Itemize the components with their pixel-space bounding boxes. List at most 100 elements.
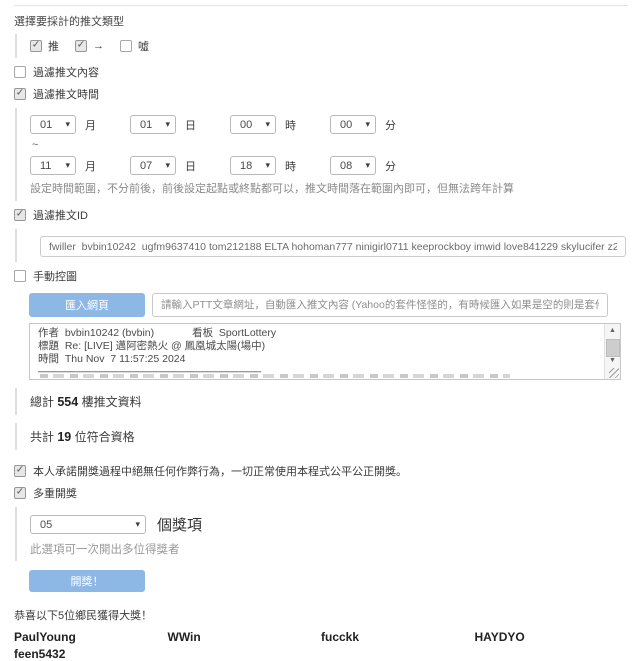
qualified-prefix: 共計 xyxy=(30,430,55,444)
lottery-tool-page: 選擇要採計的推文類型 ✓ 推 ✓ → 噓 過濾推文內容 ✓ 過濾推文時間 01 … xyxy=(0,0,640,661)
check-icon: ✓ xyxy=(15,87,25,99)
check-icon: ✓ xyxy=(15,464,25,476)
chevron-down-icon: ▾ xyxy=(135,519,140,529)
minute-unit-label: 分 xyxy=(385,119,396,132)
push-type-options: ✓ 推 ✓ → 噓 xyxy=(30,38,628,54)
push-type-option-push[interactable]: ✓ 推 xyxy=(30,38,59,54)
to-month-select[interactable]: 11 ▾ xyxy=(30,156,76,175)
prize-count-row: 05 ▾ 個獎項 xyxy=(30,514,628,535)
chevron-down-icon: ▾ xyxy=(165,160,170,170)
scroll-down-icon[interactable]: ▼ xyxy=(605,354,620,367)
from-month-select[interactable]: 01 ▾ xyxy=(30,115,76,134)
filter-time-checkbox[interactable]: ✓ xyxy=(14,88,26,100)
prize-count-value: 05 xyxy=(40,518,53,531)
check-icon: ✓ xyxy=(15,486,25,498)
to-day-select[interactable]: 07 ▾ xyxy=(130,156,176,175)
ptt-url-input[interactable] xyxy=(152,293,608,317)
multi-draw-label: 多重開獎 xyxy=(33,488,77,500)
pledge-checkbox[interactable]: ✓ xyxy=(14,465,26,477)
total-value: 554 xyxy=(57,395,79,409)
prize-count-group: 05 ▾ 個獎項 此選項可一次開出多位得獎者 xyxy=(15,507,628,561)
qualified-line: 共計 19 位符合資格 xyxy=(30,428,628,445)
total-prefix: 總計 xyxy=(30,395,55,409)
filter-id-checkbox[interactable]: ✓ xyxy=(14,209,26,221)
chevron-down-icon: ▾ xyxy=(165,119,170,129)
article-text: 作者 bvbin10242 (bvbin) 看板 SportLottery 標題… xyxy=(38,327,277,378)
draw-button[interactable]: 開獎！ xyxy=(29,570,145,592)
winner-name: HAYDYO xyxy=(474,630,525,644)
day-unit-label: 日 xyxy=(185,119,196,132)
from-day-select[interactable]: 01 ▾ xyxy=(130,115,176,134)
to-hour-value: 18 xyxy=(240,159,253,172)
chevron-down-icon: ▾ xyxy=(365,160,370,170)
id-filter-group xyxy=(15,229,628,262)
chevron-down-icon: ▾ xyxy=(365,119,370,129)
winners-grid: PaulYoung WWin fucckk HAYDYO feen5432 xyxy=(14,630,628,661)
arrow-checkbox[interactable]: ✓ xyxy=(75,40,87,52)
time-from-row: 01 ▾ 月 01 ▾ 日 00 ▾ 時 00 ▾ 分 xyxy=(30,115,628,134)
from-minute-select[interactable]: 00 ▾ xyxy=(330,115,376,134)
push-type-option-arrow[interactable]: ✓ → xyxy=(75,40,104,52)
total-suffix: 樓推文資料 xyxy=(81,395,142,409)
qualified-group: 共計 19 位符合資格 xyxy=(15,423,628,450)
chevron-down-icon: ▾ xyxy=(65,160,70,170)
to-minute-select[interactable]: 08 ▾ xyxy=(330,156,376,175)
stats-section: 總計 554 樓推文資料 共計 19 位符合資格 xyxy=(14,388,628,450)
filter-content-checkbox[interactable] xyxy=(14,66,26,78)
push-type-group: ✓ 推 ✓ → 噓 xyxy=(15,34,628,58)
push-type-title: 選擇要採計的推文類型 xyxy=(14,16,124,28)
from-hour-select[interactable]: 00 ▾ xyxy=(230,115,276,134)
from-hour-value: 00 xyxy=(240,118,253,131)
winner-name: feen5432 xyxy=(14,647,66,661)
qualified-value: 19 xyxy=(57,430,72,444)
qualified-suffix: 位符合資格 xyxy=(74,430,135,444)
to-minute-value: 08 xyxy=(340,159,353,172)
time-range-group: 01 ▾ 月 01 ▾ 日 00 ▾ 時 00 ▾ 分 ~ 11 ▾ 月 07 ▾ xyxy=(15,108,628,201)
month-unit-label: 月 xyxy=(85,119,96,132)
manual-row[interactable]: 手動控圖 xyxy=(14,268,628,284)
chevron-down-icon: ▾ xyxy=(65,119,70,129)
from-month-value: 01 xyxy=(40,118,53,131)
congrats-message: 恭喜以下5位鄉民獲得大獎！ xyxy=(14,610,153,622)
resize-grip-icon[interactable] xyxy=(609,368,619,378)
from-day-value: 01 xyxy=(140,118,153,131)
arrow-checkbox-label: → xyxy=(93,40,104,52)
pledge-label: 本人承諾開獎過程中絕無任何作弊行為，一切正常使用本程式公平公正開獎。 xyxy=(33,466,407,478)
filter-id-row[interactable]: ✓ 過濾推文ID xyxy=(14,207,628,223)
chevron-down-icon: ▾ xyxy=(265,160,270,170)
id-filter-input[interactable] xyxy=(40,236,626,257)
winner-name: PaulYoung xyxy=(14,630,76,644)
import-webpage-button[interactable]: 匯入網頁 xyxy=(29,293,145,317)
chevron-down-icon: ▾ xyxy=(265,119,270,129)
winner-name: fucckk xyxy=(321,630,360,644)
push-type-option-boo[interactable]: 噓 xyxy=(120,38,149,54)
article-textarea[interactable]: 作者 bvbin10242 (bvbin) 看板 SportLottery 標題… xyxy=(29,323,621,380)
pledge-row[interactable]: ✓ 本人承諾開獎過程中絕無任何作弊行為，一切正常使用本程式公平公正開獎。 xyxy=(14,463,628,479)
prize-count-suffix: 個獎項 xyxy=(157,517,203,534)
filter-time-row[interactable]: ✓ 過濾推文時間 xyxy=(14,86,628,102)
filter-content-label: 過濾推文內容 xyxy=(33,67,99,79)
month-unit-label: 月 xyxy=(85,160,96,173)
time-range-note: 設定時間範圍，不分前後，前後設定起點或終點都可以，推文時間落在範圍內即可，但無法… xyxy=(30,183,514,195)
manual-checkbox[interactable] xyxy=(14,270,26,282)
multi-draw-row[interactable]: ✓ 多重開獎 xyxy=(14,485,628,501)
prize-count-select[interactable]: 05 ▾ xyxy=(30,515,146,534)
boo-checkbox-label: 噓 xyxy=(138,41,149,53)
filter-content-row[interactable]: 過濾推文內容 xyxy=(14,64,628,80)
check-icon: ✓ xyxy=(76,39,86,51)
to-day-value: 07 xyxy=(140,159,153,172)
minute-unit-label: 分 xyxy=(385,160,396,173)
push-checkbox[interactable]: ✓ xyxy=(30,40,42,52)
clipped-text-line xyxy=(40,374,510,378)
day-unit-label: 日 xyxy=(185,160,196,173)
to-hour-select[interactable]: 18 ▾ xyxy=(230,156,276,175)
scroll-up-icon[interactable]: ▲ xyxy=(605,324,620,337)
total-pushes-line: 總計 554 樓推文資料 xyxy=(30,393,628,410)
hour-unit-label: 時 xyxy=(285,119,296,132)
range-tilde: ~ xyxy=(32,139,39,151)
filter-time-label: 過濾推文時間 xyxy=(33,89,99,101)
import-row: 匯入網頁 xyxy=(29,293,628,317)
winner-name: WWin xyxy=(167,630,201,644)
boo-checkbox[interactable] xyxy=(120,40,132,52)
multi-draw-checkbox[interactable]: ✓ xyxy=(14,487,26,499)
